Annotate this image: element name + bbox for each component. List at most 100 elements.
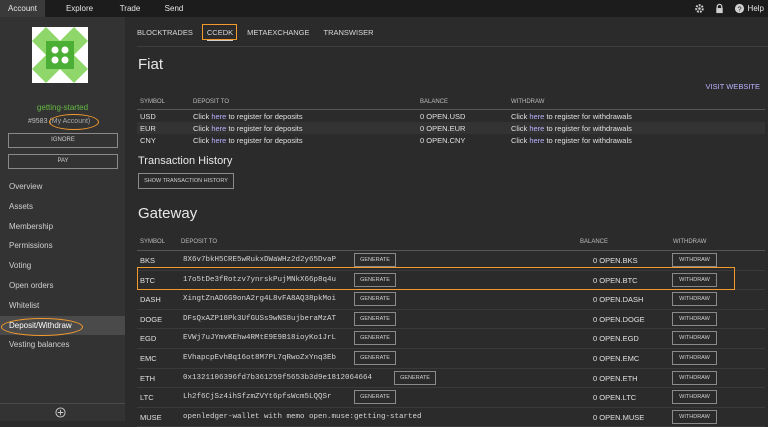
sidebar-item-assets[interactable]: Assets <box>0 197 125 217</box>
account-id-number: #9583 <box>28 118 48 125</box>
withdraw-button[interactable]: WITHDRAW <box>672 331 717 346</box>
account-name[interactable]: getting-started <box>0 103 125 112</box>
fiat-col-withdraw: WITHDRAW <box>511 99 545 105</box>
gateway-balance: 0 OPEN.EMC <box>593 353 640 363</box>
sidebar-item-vesting-balances[interactable]: Vesting balances <box>0 335 125 355</box>
fiat-deposit-text: Click here to register for deposits <box>193 124 303 133</box>
gateway-row: EGD EVWj7uJYmvKEhw4RMtE9E9B18ioyKo1JrL G… <box>137 329 765 349</box>
deposit-address[interactable]: DFsQxAZP18Pk3UfGUSs9wNS8ujberaMzAT <box>183 315 336 323</box>
withdraw-button[interactable]: WITHDRAW <box>672 390 717 405</box>
nav-explore[interactable]: Explore <box>52 0 107 17</box>
ignore-button[interactable]: IGNORE <box>8 133 118 148</box>
generate-button[interactable]: GENERATE <box>354 253 396 267</box>
fiat-symbol: USD <box>140 112 156 121</box>
gateway-row: DASH XingtZnAD6G9onA2rg4L8vFA8AQ38pkMoi … <box>137 290 765 310</box>
nav-send[interactable]: Send <box>156 0 192 17</box>
deposit-address[interactable]: openledger-wallet with memo open.muse:ge… <box>183 413 422 421</box>
withdraw-button[interactable]: WITHDRAW <box>672 370 717 385</box>
gateway-symbol: DASH <box>140 295 161 305</box>
withdraw-button[interactable]: WITHDRAW <box>672 253 717 267</box>
add-circle-icon[interactable] <box>55 407 66 418</box>
show-transaction-history-button[interactable]: SHOW TRANSACTION HISTORY <box>138 173 234 189</box>
sidebar-footer <box>0 403 125 421</box>
deposit-address[interactable]: EVhapcpEvhBq16ot8M7PL7qRwoZxYnq3Eb <box>183 354 336 362</box>
fiat-withdraw-text: Click here to register for withdrawals <box>511 112 632 121</box>
btc-row-highlight <box>137 267 735 290</box>
tab-ccedk[interactable]: CCEDK <box>201 24 237 41</box>
tab-metaexchange[interactable]: METAEXCHANGE <box>247 28 309 41</box>
nav-account[interactable]: Account <box>0 0 45 17</box>
gateway-tabs: BLOCKTRADES CCEDK METAEXCHANGE TRANSWISE… <box>137 24 388 41</box>
generate-button[interactable]: GENERATE <box>354 350 396 365</box>
gateway-symbol: ETH <box>140 373 155 383</box>
gateway-balance: 0 OPEN.BKS <box>593 256 638 265</box>
fiat-row: CNY Click here to register for deposits … <box>137 134 765 146</box>
my-account-highlight <box>49 114 99 130</box>
sidebar-item-open-orders[interactable]: Open orders <box>0 276 125 296</box>
gateway-col-withdraw: WITHDRAW <box>673 239 707 245</box>
sidebar-item-permissions[interactable]: Permissions <box>0 236 125 256</box>
account-identicon <box>32 27 88 83</box>
top-right-tools: ? Help <box>694 0 768 17</box>
help-link[interactable]: Help <box>748 4 764 13</box>
fiat-deposit-text: Click here to register for deposits <box>193 112 303 121</box>
fiat-withdraw-text: Click here to register for withdrawals <box>511 136 632 145</box>
gateway-balance: 0 OPEN.ETH <box>593 373 638 383</box>
deposit-address[interactable]: EVWj7uJYmvKEhw4RMtE9E9B18ioyKo1JrL <box>183 334 336 342</box>
withdraw-button[interactable]: WITHDRAW <box>672 350 717 365</box>
tab-blocktrades[interactable]: BLOCKTRADES <box>137 28 193 41</box>
gateway-symbol: BKS <box>140 256 156 265</box>
fiat-col-balance: BALANCE <box>420 99 449 105</box>
sidebar-item-voting[interactable]: Voting <box>0 256 125 276</box>
nav-trade[interactable]: Trade <box>110 0 150 17</box>
sidebar-item-membership[interactable]: Membership <box>0 217 125 237</box>
generate-button[interactable]: GENERATE <box>354 331 396 346</box>
gateway-col-symbol: SYMBOL <box>140 239 166 245</box>
deposit-address[interactable]: Lh2f6CjSz4ihSfzmZVYt6pfsWcm5LQQSr <box>183 393 332 401</box>
deposit-suffix: to register for deposits <box>226 112 303 121</box>
pay-button[interactable]: PAY <box>8 154 118 169</box>
fiat-symbol: CNY <box>140 136 156 145</box>
deposit-register-link[interactable]: here <box>211 136 226 145</box>
withdraw-button[interactable]: WITHDRAW <box>672 292 717 307</box>
deposit-register-link[interactable]: here <box>211 112 226 121</box>
deposit-address[interactable]: XingtZnAD6G9onA2rg4L8vFA8AQ38pkMoi <box>183 295 336 303</box>
fiat-title: Fiat <box>138 56 164 73</box>
generate-button[interactable]: GENERATE <box>354 390 396 405</box>
gateway-col-balance: BALANCE <box>580 239 609 245</box>
fiat-deposit-text: Click here to register for deposits <box>193 136 303 145</box>
generate-button[interactable]: GENERATE <box>354 311 396 326</box>
help-icon[interactable]: ? <box>734 3 745 14</box>
deposit-address[interactable]: 8X6v7bkH5CRE5wRukxDWaWHz2d2y65DvaP <box>183 256 336 264</box>
deposit-prefix: Click <box>193 124 212 133</box>
gateway-row: DOGE DFsQxAZP18Pk3UfGUSs9wNS8ujberaMzAT … <box>137 310 765 330</box>
withdraw-register-link[interactable]: here <box>529 136 544 145</box>
visit-website-link[interactable]: VISIT WEBSITE <box>706 82 760 91</box>
fiat-balance: 0 OPEN.USD <box>420 112 466 121</box>
sidebar-item-whitelist[interactable]: Whitelist <box>0 296 125 316</box>
fiat-balance: 0 OPEN.EUR <box>420 124 466 133</box>
deposit-suffix: to register for deposits <box>226 124 303 133</box>
deposit-register-link[interactable]: here <box>211 124 226 133</box>
sidebar-item-overview[interactable]: Overview <box>0 177 125 197</box>
lock-icon[interactable] <box>714 3 725 14</box>
withdraw-prefix: Click <box>511 136 530 145</box>
gateway-symbol: LTC <box>140 393 154 403</box>
generate-button[interactable]: GENERATE <box>354 292 396 307</box>
gear-icon[interactable] <box>694 3 705 14</box>
gateway-col-deposit: DEPOSIT TO <box>181 239 218 245</box>
withdraw-register-link[interactable]: here <box>529 124 544 133</box>
fiat-withdraw-text: Click here to register for withdrawals <box>511 124 632 133</box>
withdraw-button[interactable]: WITHDRAW <box>672 311 717 326</box>
tab-transwiser[interactable]: TRANSWISER <box>324 28 374 41</box>
gateway-symbol: DOGE <box>140 314 163 324</box>
withdraw-button[interactable]: WITHDRAW <box>672 409 717 424</box>
deposit-suffix: to register for deposits <box>226 136 303 145</box>
withdraw-suffix: to register for withdrawals <box>544 136 632 145</box>
withdraw-suffix: to register for withdrawals <box>544 112 632 121</box>
gateway-balance: 0 OPEN.LTC <box>593 393 637 403</box>
generate-button[interactable]: GENERATE <box>394 370 436 385</box>
deposit-address[interactable]: 0x1321106396fd7b361259f5653b3d9e18120646… <box>183 374 372 382</box>
sidebar: getting-started #9583 (My Account) IGNOR… <box>0 17 125 421</box>
withdraw-register-link[interactable]: here <box>529 112 544 121</box>
